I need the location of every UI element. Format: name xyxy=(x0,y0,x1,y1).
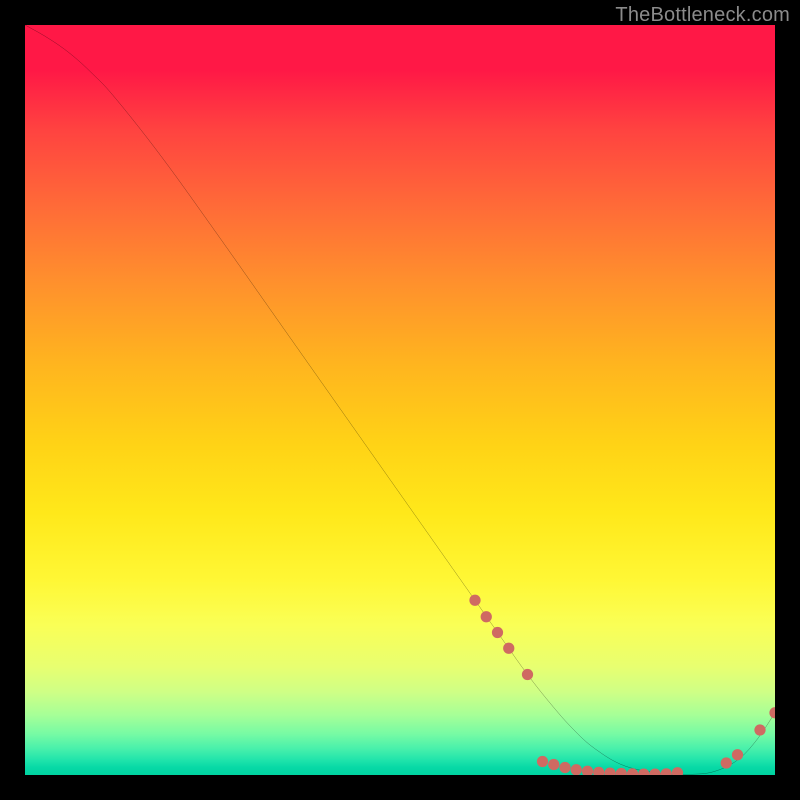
data-marker xyxy=(481,611,492,622)
data-marker xyxy=(732,749,743,760)
data-marker xyxy=(754,724,765,735)
bottleneck-curve xyxy=(25,25,775,775)
data-marker xyxy=(522,669,533,680)
chart-stage: TheBottleneck.com xyxy=(0,0,800,800)
data-marker xyxy=(661,768,672,775)
data-marker xyxy=(616,768,627,775)
data-marker xyxy=(604,768,615,776)
data-marker xyxy=(769,707,775,718)
data-marker xyxy=(503,643,514,654)
data-markers xyxy=(469,595,775,775)
data-marker xyxy=(559,762,570,773)
data-marker xyxy=(638,768,649,775)
data-marker xyxy=(721,757,732,768)
data-marker xyxy=(469,595,480,606)
data-marker xyxy=(548,759,559,770)
data-marker xyxy=(649,768,660,775)
data-marker xyxy=(571,764,582,775)
data-marker xyxy=(593,767,604,775)
watermark-text: TheBottleneck.com xyxy=(615,4,790,27)
plot-area xyxy=(25,25,775,775)
data-marker xyxy=(582,766,593,775)
data-marker xyxy=(492,627,503,638)
data-marker xyxy=(672,767,683,775)
curve-layer xyxy=(25,25,775,775)
data-marker xyxy=(537,756,548,767)
